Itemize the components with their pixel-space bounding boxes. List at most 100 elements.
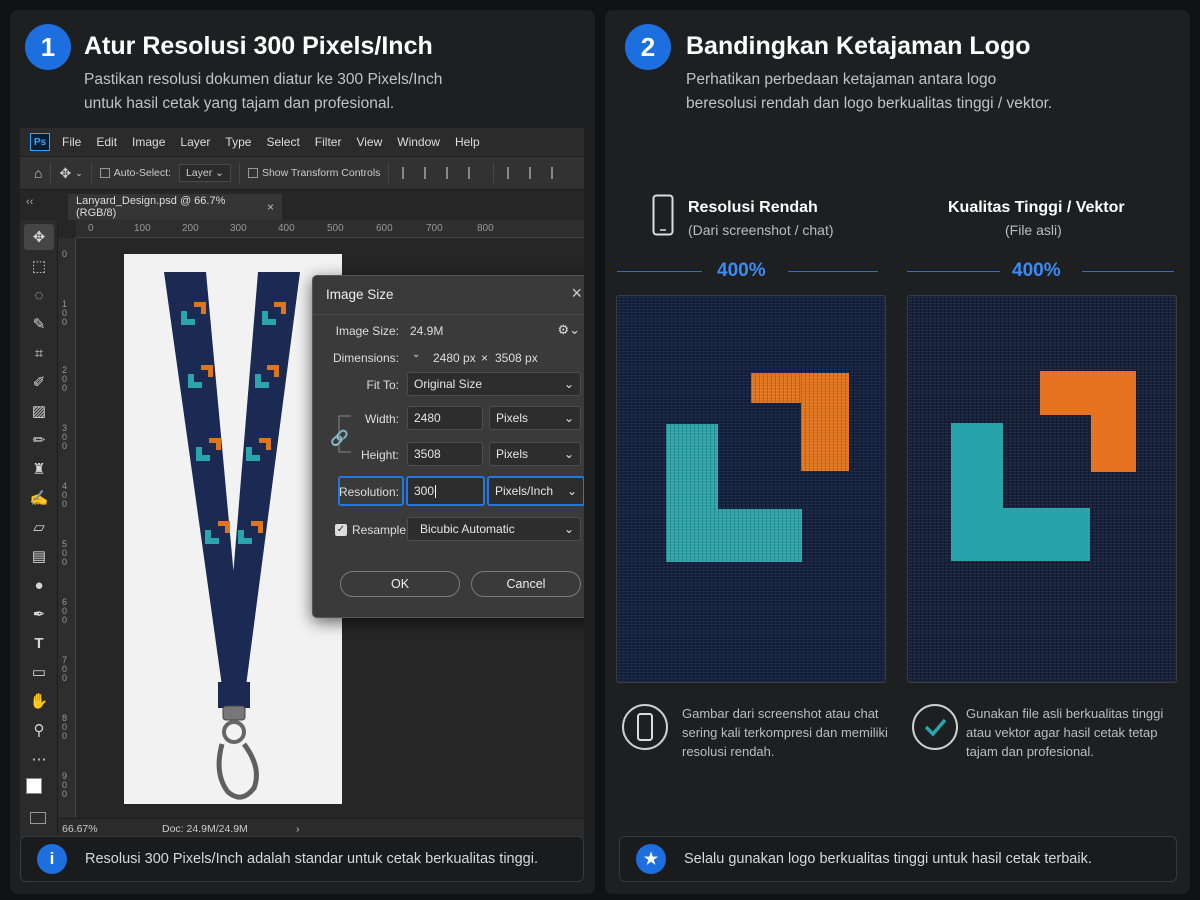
fit-to-select[interactable]: Original Size ⌄: [407, 372, 581, 396]
gradient-icon[interactable]: ▤: [24, 543, 54, 569]
step1-desc-line2: untuk hasil cetak yang tajam dan profesi…: [84, 95, 395, 112]
ruler-tick: 100: [62, 299, 68, 327]
smartphone-icon: [652, 194, 674, 236]
menu-layer[interactable]: Layer: [180, 135, 210, 149]
align-right-icon[interactable]: [446, 167, 458, 179]
divider: [90, 163, 92, 183]
high-quality-title: Kualitas Tinggi / Vektor: [948, 199, 1125, 216]
document-canvas[interactable]: [124, 254, 342, 804]
height-label: Height:: [360, 448, 399, 462]
width-input[interactable]: 2480: [407, 406, 483, 430]
menu-select[interactable]: Select: [266, 135, 299, 149]
resample-checkbox[interactable]: ✓: [335, 524, 347, 536]
low-res-title: Resolusi Rendah: [688, 199, 818, 216]
link-icon[interactable]: 🔗: [330, 429, 349, 447]
distribute-icon[interactable]: [468, 167, 480, 179]
collapse-icon[interactable]: ‹‹: [26, 196, 33, 208]
ruler-tick: 600: [376, 223, 393, 234]
step1-badge: 1: [25, 24, 71, 70]
dimensions-times: ×: [481, 351, 489, 365]
more-tools-icon[interactable]: ⋯: [24, 746, 54, 772]
info-note-text: Resolusi 300 Pixels/Inch adalah standar …: [85, 851, 538, 867]
step2-title: Bandingkan Ketajaman Logo: [686, 32, 1031, 60]
zoom-tool-icon[interactable]: ⚲: [24, 717, 54, 743]
menu-type[interactable]: Type: [225, 135, 251, 149]
low-res-caption: Gambar dari screenshot atau chat sering …: [682, 704, 897, 761]
chevron-right-icon[interactable]: ›: [296, 823, 300, 835]
shape-tool-icon[interactable]: ▭: [24, 659, 54, 685]
step1-description: Pastikan resolusi dokumen diatur ke 300 …: [84, 68, 554, 116]
history-brush-icon[interactable]: ✍: [24, 485, 54, 511]
caption-line: tajam dan profesional.: [966, 744, 1094, 759]
dialog-title: Image Size: [326, 287, 394, 302]
close-icon[interactable]: ×: [571, 283, 582, 304]
foreground-color-swatch[interactable]: [26, 778, 42, 794]
pen-tool-icon[interactable]: ✒: [24, 601, 54, 627]
stamp-tool-icon[interactable]: ♜: [24, 456, 54, 482]
align-top-icon[interactable]: [507, 167, 519, 179]
divider-line: [1082, 271, 1174, 272]
eraser-icon[interactable]: ▱: [24, 514, 54, 540]
height-unit-select[interactable]: Pixels ⌄: [489, 442, 581, 466]
hand-tool-icon[interactable]: ✋: [24, 688, 54, 714]
type-tool-icon[interactable]: T: [24, 630, 54, 656]
logo-orange-part: [801, 373, 849, 471]
ps-tab-row: ‹‹ Lanyard_Design.psd @ 66.7% (RGB/8) ×: [20, 190, 584, 220]
chevron-down-icon[interactable]: ⌄: [75, 168, 83, 179]
align-middle-icon[interactable]: [529, 167, 541, 179]
layer-select[interactable]: Layer ⌄: [178, 164, 231, 182]
quick-mask-icon[interactable]: [30, 812, 46, 824]
chevron-down-icon[interactable]: ⌄: [412, 349, 420, 360]
align-left-icon[interactable]: [402, 167, 414, 179]
lanyard-image: [164, 272, 300, 800]
menu-filter[interactable]: Filter: [315, 135, 342, 149]
healing-brush-icon[interactable]: ▨: [24, 398, 54, 424]
move-tool-icon[interactable]: ✥: [24, 224, 54, 250]
menu-image[interactable]: Image: [132, 135, 165, 149]
high-quality-caption: Gunakan file asli berkualitas tinggi ata…: [966, 704, 1181, 761]
eyedropper-icon[interactable]: ✐: [24, 369, 54, 395]
auto-select-label: Auto-Select:: [113, 167, 171, 179]
menu-view[interactable]: View: [356, 135, 382, 149]
crop-tool-icon[interactable]: ⌗: [24, 340, 54, 366]
document-tab[interactable]: Lanyard_Design.psd @ 66.7% (RGB/8) ×: [68, 194, 282, 220]
ruler-tick: 100: [134, 223, 151, 234]
show-transform-checkbox[interactable]: [247, 168, 258, 178]
divider-line: [788, 271, 878, 272]
resolution-input[interactable]: 300: [406, 476, 485, 506]
home-icon[interactable]: ⌂: [34, 165, 42, 181]
width-unit-select[interactable]: Pixels ⌄: [489, 406, 581, 430]
low-res-subtitle: (Dari screenshot / chat): [688, 222, 834, 238]
resample-label: Resample:: [352, 523, 410, 537]
align-bottom-icon[interactable]: [551, 167, 563, 179]
marquee-tool-icon[interactable]: ⬚: [24, 253, 54, 279]
menu-window[interactable]: Window: [397, 135, 440, 149]
info-note: i Resolusi 300 Pixels/Inch adalah standa…: [20, 836, 584, 882]
image-size-value: 24.9M: [410, 324, 444, 338]
resample-value: Bicubic Automatic: [420, 522, 515, 536]
fit-to-value: Original Size: [414, 377, 483, 391]
caption-line: Gunakan file asli berkualitas tinggi: [966, 706, 1164, 721]
ok-button[interactable]: OK: [340, 571, 460, 597]
divider: [238, 163, 240, 183]
dialog-divider: [313, 314, 584, 315]
align-center-icon[interactable]: [424, 167, 436, 179]
menu-help[interactable]: Help: [455, 135, 480, 149]
width-label: Width:: [364, 412, 399, 426]
lasso-tool-icon[interactable]: ◌: [24, 282, 54, 308]
menu-edit[interactable]: Edit: [96, 135, 117, 149]
close-icon[interactable]: ×: [267, 200, 274, 214]
gear-icon[interactable]: ⚙⌄: [557, 322, 580, 338]
auto-select-checkbox[interactable]: [99, 168, 110, 178]
brush-tool-icon[interactable]: ✏: [24, 427, 54, 453]
resolution-unit-select[interactable]: Pixels/Inch ⌄: [487, 476, 584, 506]
move-tool-icon[interactable]: ✥: [59, 165, 71, 182]
tip-note: ★ Selalu gunakan logo berkualitas tinggi…: [619, 836, 1177, 882]
cancel-button[interactable]: Cancel: [471, 571, 581, 597]
quick-select-icon[interactable]: ✎: [24, 311, 54, 337]
height-input[interactable]: 3508: [407, 442, 483, 466]
resample-select[interactable]: Bicubic Automatic ⌄: [407, 517, 581, 541]
menu-file[interactable]: File: [62, 135, 81, 149]
blur-icon[interactable]: ●: [24, 572, 54, 598]
layer-select-value: Layer: [185, 167, 213, 179]
